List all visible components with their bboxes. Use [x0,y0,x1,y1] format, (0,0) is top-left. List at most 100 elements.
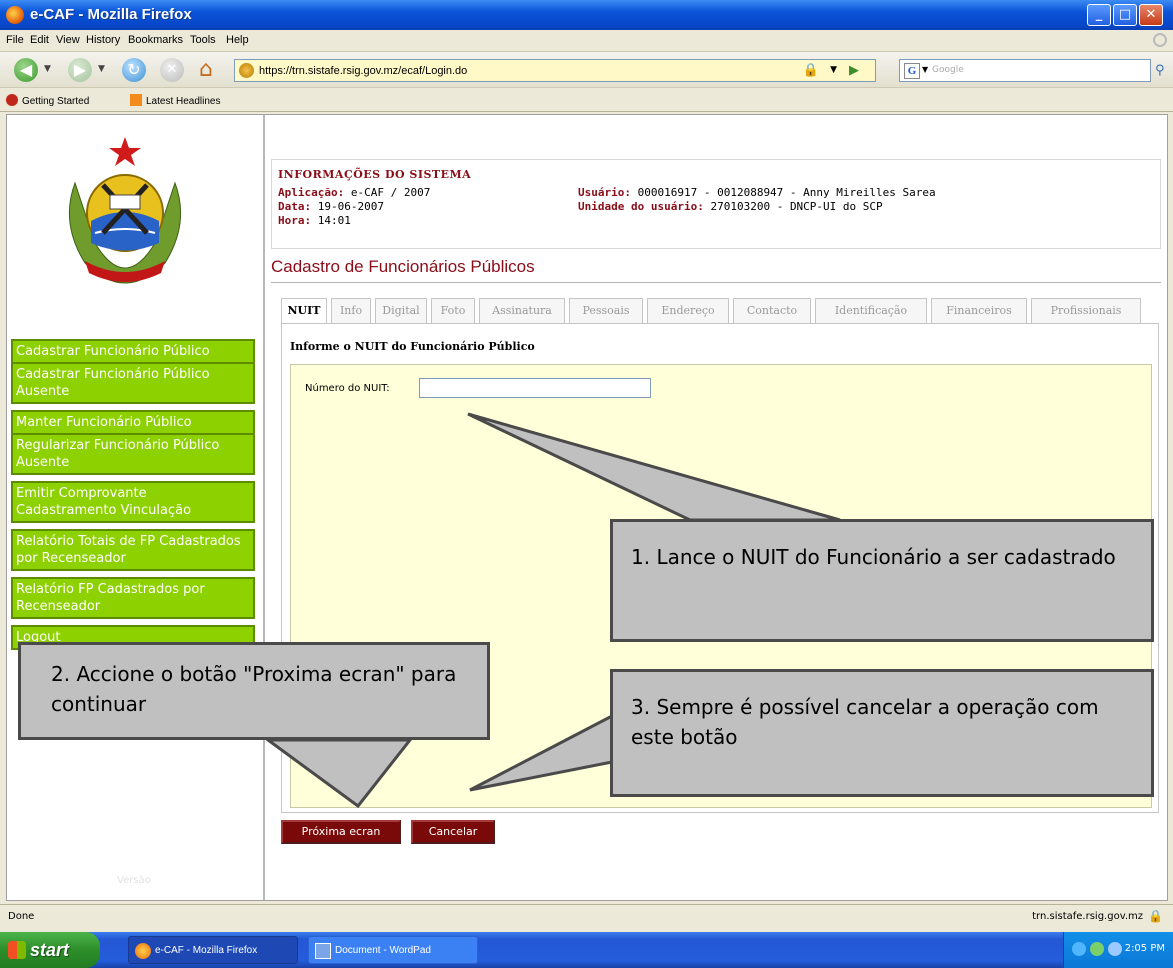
data-value: 19-06-2007 [317,200,384,213]
tab-digital[interactable]: Digital [375,298,427,324]
menu-edit[interactable]: Edit [30,34,49,46]
hora-row: Hora: 14:01 [278,214,351,228]
data-label: Data: [278,200,312,213]
search-box[interactable]: G ▼ Google [899,59,1151,82]
menu-tools[interactable]: Tools [190,34,216,46]
url-bar[interactable]: https://trn.sistafe.rsig.gov.mz/ecaf/Log… [234,59,876,82]
padlock-icon[interactable]: 🔒 [803,63,819,78]
next-screen-button[interactable]: Próxima ecran [281,820,401,844]
mozambique-emblem-icon [68,137,182,284]
tab-profissionais[interactable]: Profissionais [1031,298,1141,324]
menu-bar: File Edit View History Bookmarks Tools H… [0,30,1173,52]
callout-3: 3. Sempre é possível cancelar a operação… [610,669,1154,797]
nav-regularizar-ausente[interactable]: Regularizar Funcionário Público Ausente [11,433,255,475]
menu-bookmarks[interactable]: Bookmarks [128,34,183,46]
tab-endereco[interactable]: Endereço [647,298,729,324]
tab-assinatura[interactable]: Assinatura [479,298,565,324]
search-placeholder[interactable]: Google [932,65,964,75]
sidebar: Cadastrar Funcionário Público Cadastrar … [7,115,265,900]
url-text[interactable]: https://trn.sistafe.rsig.gov.mz/ecaf/Log… [259,65,467,77]
hora-value: 14:01 [317,214,351,227]
windows-logo-icon [8,941,26,959]
title-divider [271,282,1161,283]
nav-relatorio-fp[interactable]: Relatório FP Cadastrados por Recenseador [11,577,255,619]
windows-taskbar: start e-CAF - Mozilla Firefox Document -… [0,932,1173,968]
menu-file[interactable]: File [6,34,24,46]
tab-nuit[interactable]: NUIT [281,298,327,324]
reload-icon[interactable]: ↻ [122,58,146,82]
unidade-label: Unidade do usuário: [578,200,704,213]
version-label: Versão [117,875,151,886]
form-heading: Informe o NUIT do Funcionário Público [290,340,535,353]
tab-contacto[interactable]: Contacto [733,298,811,324]
task-label: e-CAF - Mozilla Firefox [155,945,258,956]
nuit-input[interactable] [419,378,651,398]
bookmark-label: Latest Headlines [146,96,221,107]
data-row: Data: 19-06-2007 [278,200,384,214]
nav-relatorio-totais[interactable]: Relatório Totais de FP Cadastrados por R… [11,529,255,571]
forward-dropdown-icon[interactable]: ▼ [98,64,105,74]
firefox-task-icon [135,943,151,959]
site-identity-icon[interactable] [239,63,254,78]
taskbar-firefox[interactable]: e-CAF - Mozilla Firefox [128,936,298,964]
tab-financeiros[interactable]: Financeiros [931,298,1027,324]
search-magnifier-icon[interactable]: ⚲ [1155,63,1165,78]
aplicacao-row: Aplicação: e-CAF / 2007 [278,186,430,200]
maximize-button[interactable]: □ [1113,4,1137,26]
google-search-engine-icon[interactable]: G [904,63,920,79]
aplicacao-label: Aplicação: [278,186,345,199]
system-info-panel: INFORMAÇÕES DO SISTEMA Aplicação: e-CAF … [271,159,1161,249]
rss-feed-icon [130,94,142,106]
tab-identificacao[interactable]: Identificação [815,298,927,324]
usuario-value: 000016917 - 0012088947 - Anny Mireilles … [637,186,936,199]
wordpad-task-icon [315,943,331,959]
status-lock-icon[interactable]: 🔒 [1148,909,1163,923]
menu-view[interactable]: View [56,34,80,46]
nav-cadastrar-ausente[interactable]: Cadastrar Funcionário Público Ausente [11,362,255,404]
callout-1: 1. Lance o NUIT do Funcionário a ser cad… [610,519,1154,642]
navigation-toolbar: ◀ ▼ ▶ ▼ ↻ ✕ ⌂ https://trn.sistafe.rsig.g… [0,52,1173,88]
tab-foto[interactable]: Foto [431,298,475,324]
cancel-button[interactable]: Cancelar [411,820,495,844]
start-label: start [30,940,70,960]
system-info-heading: INFORMAÇÕES DO SISTEMA [278,168,472,181]
callout-2: 2. Accione o botão "Proxima ecran" para … [18,642,490,740]
search-engine-dropdown-icon[interactable]: ▼ [922,65,928,74]
nav-emitir-comprovante[interactable]: Emitir Comprovante Cadastramento Vincula… [11,481,255,523]
task-label: Document - WordPad [335,945,431,956]
taskbar-wordpad[interactable]: Document - WordPad [308,936,478,964]
bookmark-latest-headlines[interactable]: Latest Headlines [130,94,221,107]
nuit-label: Número do NUIT: [305,383,390,394]
bookmark-label: Getting Started [22,96,90,107]
window-title-bar[interactable]: e-CAF - Mozilla Firefox _ □ ✕ [0,0,1173,30]
usuario-row: Usuário: 000016917 - 0012088947 - Anny M… [578,186,936,200]
bookmark-getting-started[interactable]: Getting Started [6,94,89,107]
menu-help[interactable]: Help [226,34,249,46]
url-dropdown-icon[interactable]: ▼ [830,65,837,75]
nav-cadastrar-funcionario[interactable]: Cadastrar Funcionário Público [11,339,255,364]
unidade-value: 270103200 - DNCP-UI do SCP [710,200,883,213]
back-arrow-icon[interactable]: ◀ [14,58,38,82]
home-icon[interactable]: ⌂ [194,58,218,82]
clock: 2:05 PM [1124,943,1165,954]
firefox-bookmark-icon [6,94,18,106]
back-dropdown-icon[interactable]: ▼ [44,64,51,74]
system-tray: 2:05 PM [1063,932,1173,968]
aplicacao-value: e-CAF / 2007 [350,186,431,199]
close-button[interactable]: ✕ [1139,4,1163,26]
hora-label: Hora: [278,214,312,227]
forward-arrow-icon[interactable]: ▶ [68,58,92,82]
security-tray-icon[interactable] [1090,942,1104,956]
go-arrow-icon[interactable]: ▶ [849,63,859,78]
menu-history[interactable]: History [86,34,120,46]
bookmarks-toolbar: Getting Started Latest Headlines [0,88,1173,112]
minimize-button[interactable]: _ [1087,4,1111,26]
tab-pessoais[interactable]: Pessoais [569,298,643,324]
nav-manter-funcionario[interactable]: Manter Funcionário Público [11,410,255,435]
tab-info[interactable]: Info [331,298,371,324]
network-tray-icon[interactable] [1072,942,1086,956]
throbber-icon [1153,33,1167,47]
stop-icon[interactable]: ✕ [160,58,184,82]
volume-tray-icon[interactable] [1108,942,1122,956]
start-button[interactable]: start [0,932,100,968]
